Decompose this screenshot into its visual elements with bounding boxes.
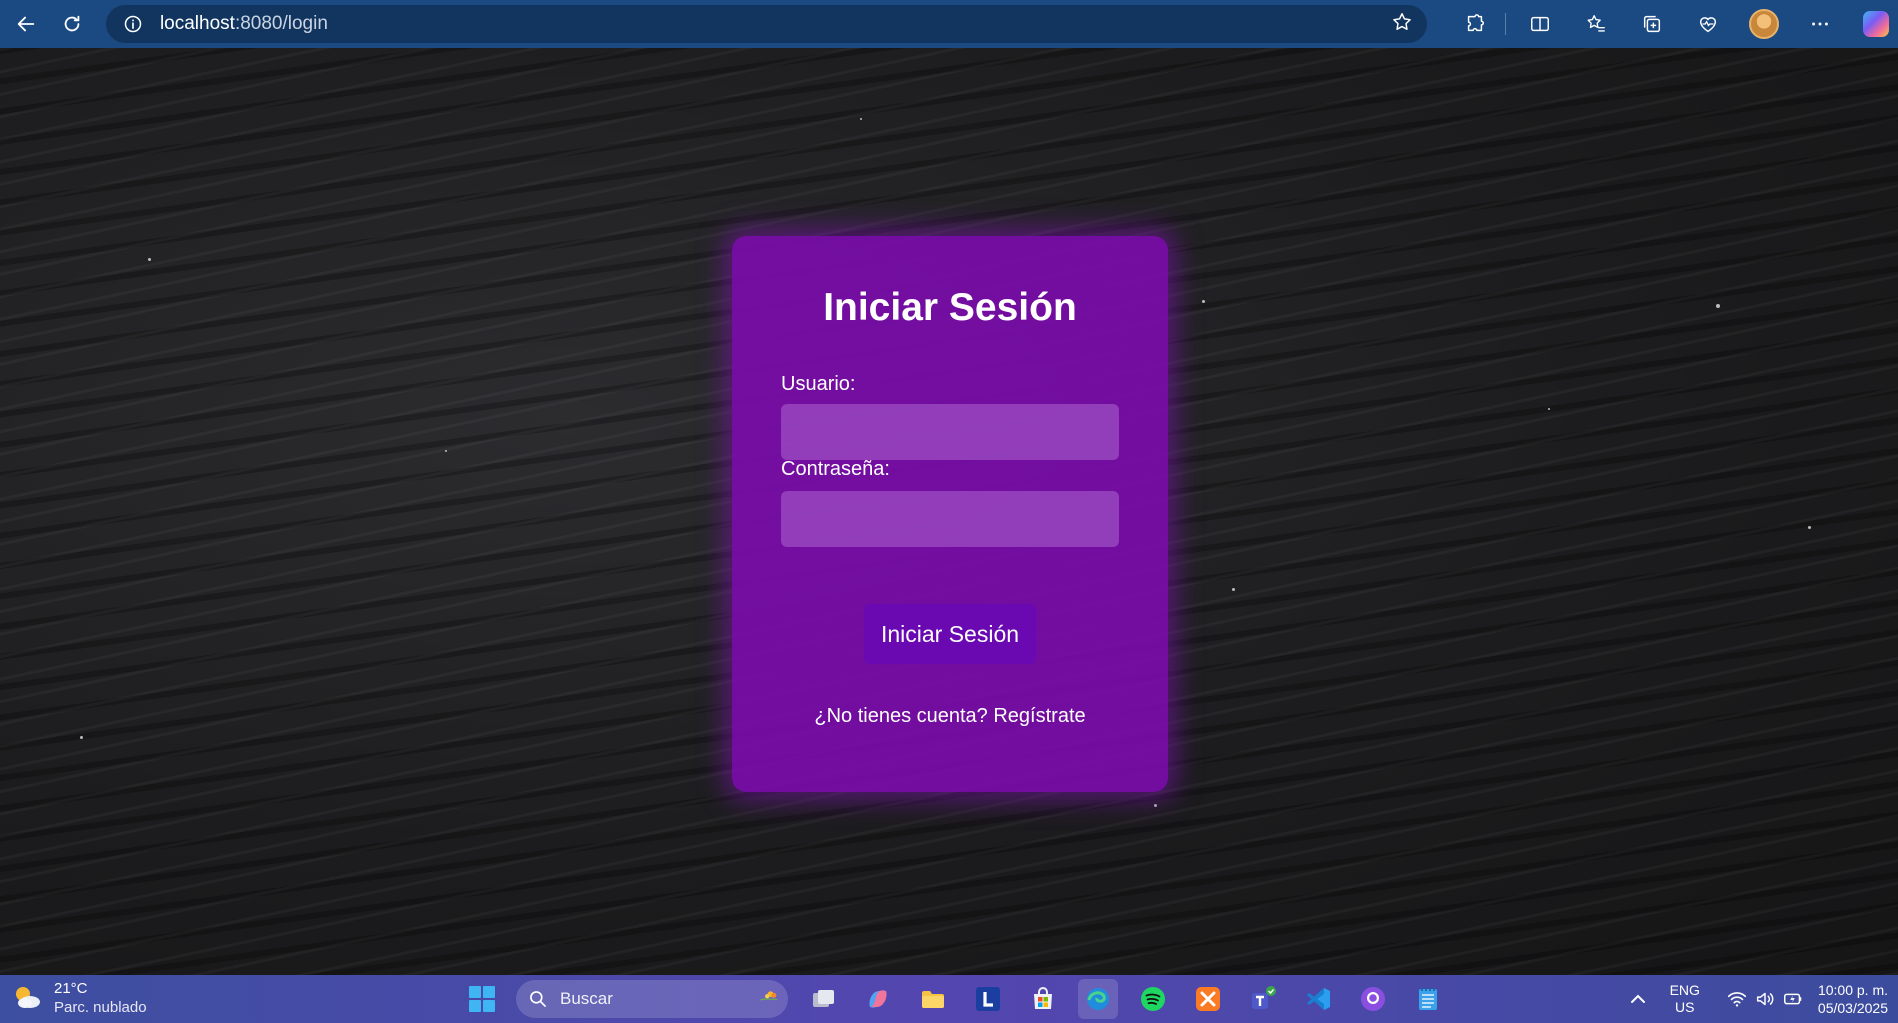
back-arrow-icon [17, 16, 35, 32]
url-text[interactable]: localhost:8080/login [160, 13, 1391, 35]
refresh-icon [64, 15, 80, 32]
xampp-icon [1196, 987, 1220, 1011]
collections-icon [1643, 15, 1661, 33]
page-title: Iniciar Sesión [823, 286, 1077, 329]
username-input[interactable] [781, 404, 1119, 460]
sand-speckle [1232, 588, 1235, 591]
clock-date: 05/03/2025 [1817, 1000, 1888, 1016]
weather-temperature: 21°C [54, 980, 88, 997]
start-button[interactable] [462, 979, 502, 1019]
profile-avatar [1749, 9, 1779, 39]
extensions-button[interactable] [1453, 4, 1497, 44]
refresh-button[interactable] [52, 4, 92, 44]
sand-speckle [1202, 300, 1205, 303]
search-icon [530, 991, 546, 1007]
sand-speckle [1808, 526, 1811, 529]
sand-speckle [148, 258, 151, 261]
l-app-icon [976, 987, 1000, 1011]
split-screen-icon [1531, 16, 1549, 32]
edge-browser-button[interactable] [1078, 979, 1118, 1019]
heart-pulse-icon [1699, 17, 1717, 33]
sand-speckle [80, 736, 83, 739]
teams-button[interactable] [1243, 979, 1283, 1019]
taskbar-search[interactable]: Buscar [516, 980, 788, 1018]
url-path: :8080/login [234, 13, 328, 34]
partly-cloudy-icon [12, 983, 42, 1013]
copilot-icon [1863, 11, 1889, 37]
github-desktop-button[interactable] [1353, 979, 1393, 1019]
favorites-list-icon [1587, 15, 1605, 32]
edge-icon [1087, 988, 1109, 1010]
battery-charging-icon [1783, 993, 1802, 1005]
l-app-button[interactable] [968, 979, 1008, 1019]
ellipsis-icon [1812, 22, 1828, 26]
weather-description: Parc. nublado [54, 999, 147, 1016]
favorite-star-icon[interactable] [1391, 11, 1413, 38]
login-submit-button[interactable]: Iniciar Sesión [864, 604, 1036, 664]
store-bag-icon [1034, 987, 1052, 1009]
notepad-icon [1419, 988, 1437, 1010]
profile-button[interactable] [1742, 4, 1786, 44]
url-host: localhost [159, 13, 235, 34]
sand-speckle [445, 450, 447, 452]
favorites-button[interactable] [1574, 4, 1618, 44]
teams-icon [1252, 986, 1276, 1009]
puzzle-icon [1467, 14, 1484, 32]
wifi-icon [1727, 992, 1746, 1007]
vscode-icon [1307, 988, 1330, 1010]
system-tray: ENG US 10:00 p. m. 05/03/2025 [1626, 975, 1898, 1023]
notepad-button[interactable] [1408, 979, 1448, 1019]
quick-settings[interactable] [1720, 988, 1804, 1010]
folder-icon [922, 991, 944, 1008]
page-background: Iniciar Sesión Usuario: Contraseña: Inic… [0, 48, 1898, 975]
sand-speckle [1154, 804, 1157, 807]
toolbar-divider [1505, 13, 1506, 35]
file-explorer-button[interactable] [913, 979, 953, 1019]
clock[interactable]: 10:00 p. m. 05/03/2025 [1818, 981, 1888, 1017]
volume-icon [1756, 992, 1774, 1006]
lang-primary: ENG [1669, 982, 1700, 998]
copilot-app-button[interactable] [858, 979, 898, 1019]
taskbar: 21°C Parc. nublado Buscar ENG US 10:00 p… [0, 975, 1898, 1023]
site-info-icon[interactable] [122, 13, 144, 35]
spotify-icon [1141, 987, 1165, 1011]
copilot-button[interactable] [1854, 4, 1898, 44]
username-label: Usuario: [781, 373, 856, 395]
copilot-app-icon [869, 990, 887, 1008]
login-card: Iniciar Sesión Usuario: Contraseña: Inic… [732, 236, 1168, 792]
weather-widget[interactable]: 21°C Parc. nublado [12, 979, 147, 1017]
vscode-button[interactable] [1298, 979, 1338, 1019]
chevron-up-icon[interactable] [1626, 987, 1650, 1011]
xampp-button[interactable] [1188, 979, 1228, 1019]
microsoft-store-button[interactable] [1023, 979, 1063, 1019]
password-input[interactable] [781, 491, 1119, 547]
browser-essentials-button[interactable] [1686, 4, 1730, 44]
search-highlight-flowers-icon [760, 991, 778, 1001]
clock-time: 10:00 p. m. [1817, 982, 1888, 998]
split-screen-button[interactable] [1518, 4, 1562, 44]
register-link[interactable]: ¿No tienes cuenta? Regístrate [732, 705, 1168, 728]
github-icon [1361, 987, 1385, 1011]
task-view-button[interactable] [803, 979, 843, 1019]
sand-speckle [1716, 304, 1720, 308]
sand-speckle [1548, 408, 1550, 410]
password-label: Contraseña: [781, 458, 890, 480]
sand-speckle [860, 118, 862, 120]
browser-toolbar: localhost:8080/login [0, 0, 1898, 48]
task-view-icon [813, 990, 834, 1007]
spotify-button[interactable] [1133, 979, 1173, 1019]
lang-secondary: US [1675, 999, 1695, 1015]
more-menu-button[interactable] [1798, 4, 1842, 44]
collections-button[interactable] [1630, 4, 1674, 44]
windows-logo-icon [469, 986, 495, 1012]
input-language[interactable]: ENG US [1670, 982, 1700, 1016]
back-button[interactable] [6, 4, 46, 44]
search-placeholder: Buscar [560, 989, 613, 1008]
address-bar[interactable]: localhost:8080/login [105, 5, 1427, 43]
